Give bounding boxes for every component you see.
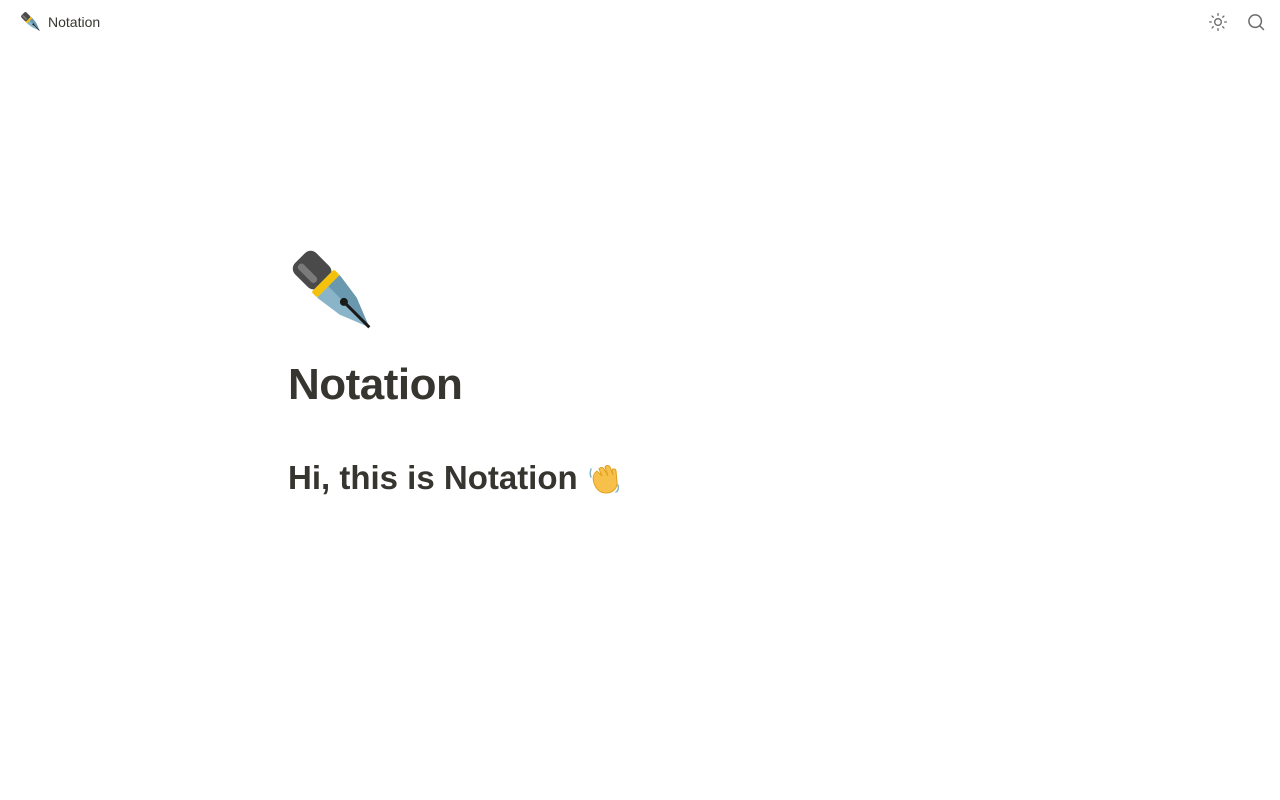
page-heading: Hi, this is Notation (288, 459, 578, 496)
top-bar: Notation (0, 0, 1280, 45)
search-button[interactable] (1242, 8, 1270, 36)
brand-label: Notation (48, 14, 101, 30)
home-link[interactable]: Notation (12, 7, 108, 37)
fountain-pen-icon (20, 11, 42, 33)
fountain-pen-icon (288, 246, 380, 338)
heading-row: Hi, this is Notation (288, 458, 992, 498)
page-title: Notation (288, 360, 463, 409)
sun-icon (1208, 12, 1228, 32)
topbar-actions (1194, 8, 1270, 36)
search-icon (1246, 12, 1266, 32)
page-content: Notation Hi, this is Notation (288, 246, 992, 498)
waving-hand-icon (588, 461, 622, 495)
theme-toggle-button[interactable] (1204, 8, 1232, 36)
